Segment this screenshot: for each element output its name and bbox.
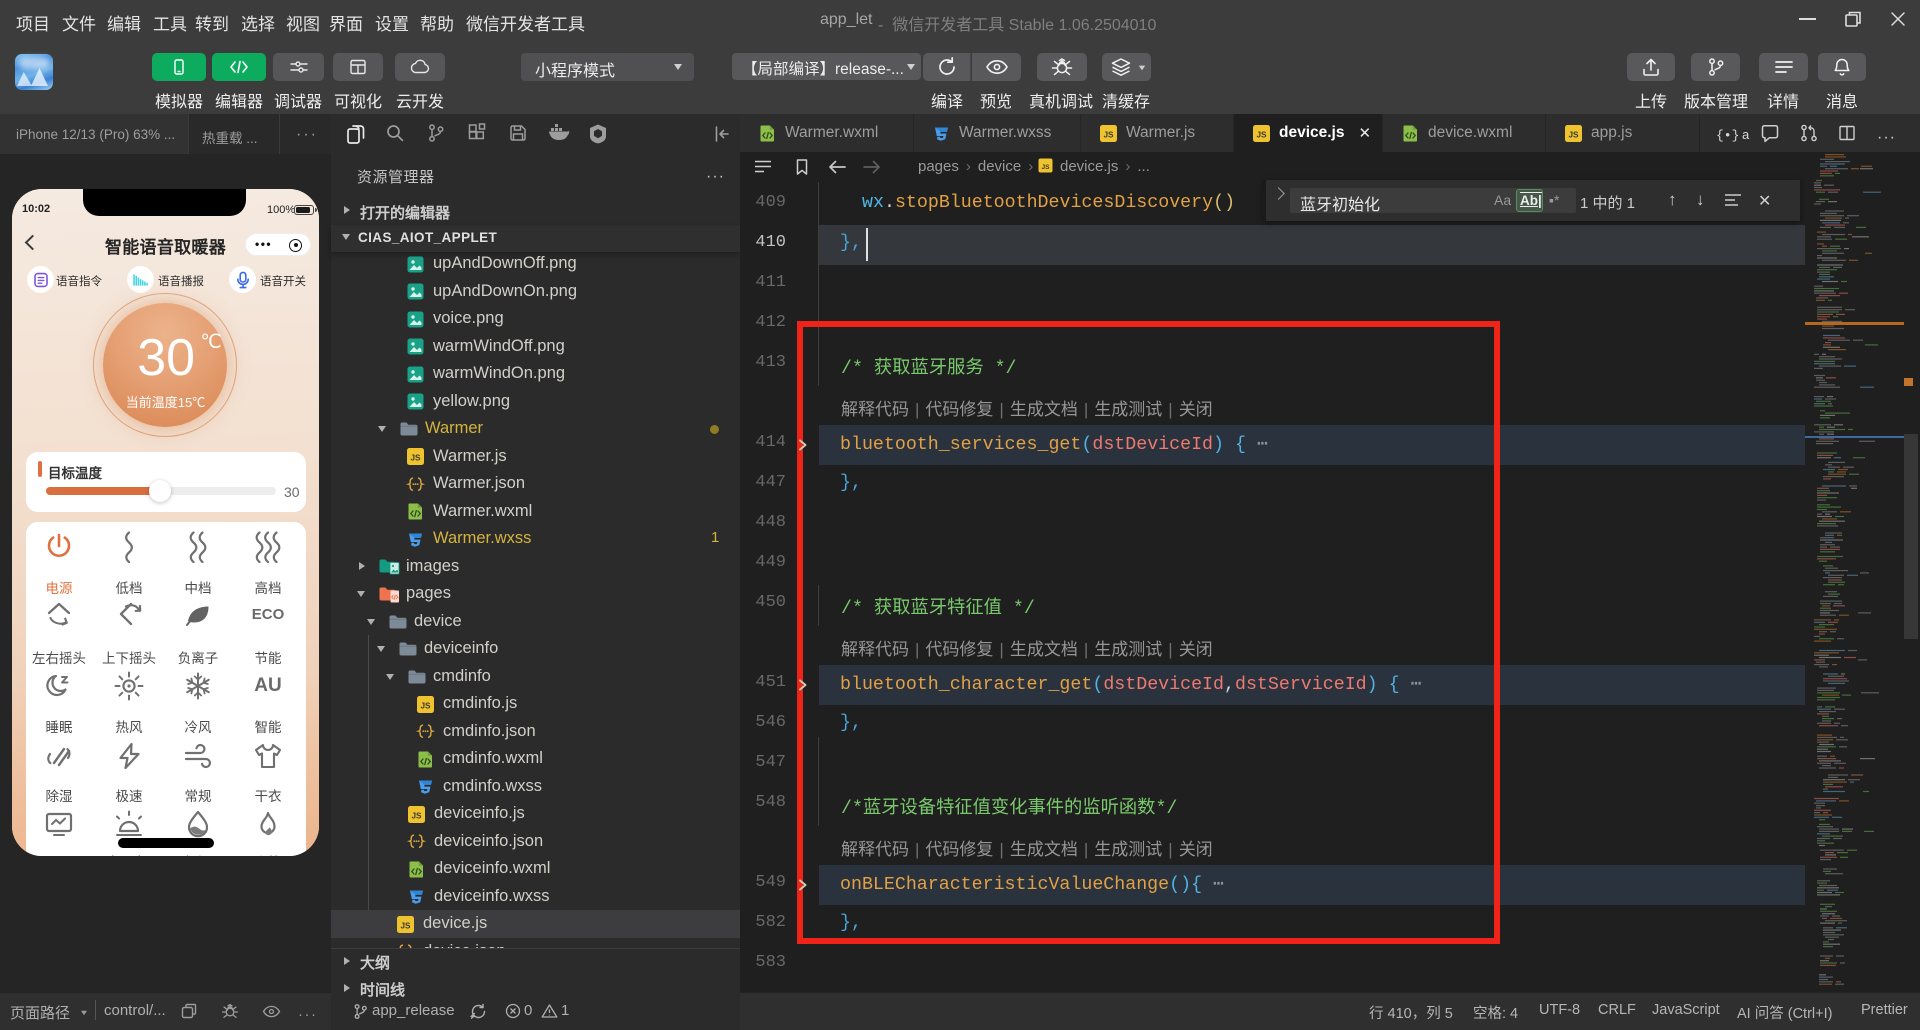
svg-text:JS: JS [1103,130,1114,139]
svg-text:JS: JS [400,921,411,930]
svg-text:JS: JS [1256,130,1267,139]
svg-text:JS: JS [1568,130,1579,139]
svg-text:JS: JS [411,811,422,820]
svg-text:JS: JS [410,454,421,463]
svg-text:JS: JS [1041,164,1050,171]
svg-text:JS: JS [420,701,431,710]
